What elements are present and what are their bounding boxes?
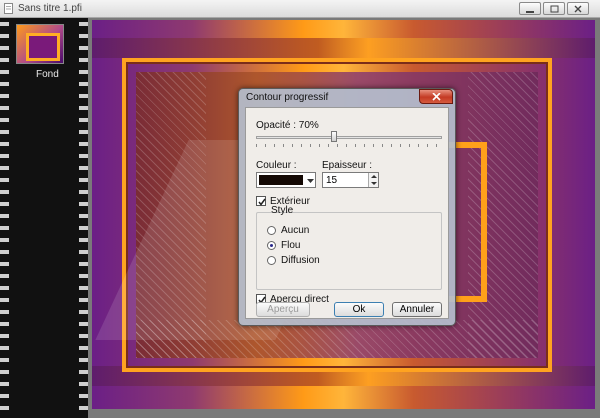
opacity-slider-ticks [256, 144, 442, 147]
dialog-title: Contour progressif [246, 92, 329, 103]
close-window-button[interactable] [567, 2, 589, 15]
film-strip-left [0, 18, 9, 418]
thickness-decrement-button[interactable] [368, 180, 378, 187]
thickness-increment-button[interactable] [368, 173, 378, 180]
opacity-slider-thumb[interactable] [331, 131, 338, 142]
window-title: Sans titre 1.pfi [18, 3, 82, 14]
color-label: Couleur : [256, 160, 297, 171]
minimize-icon [526, 11, 534, 13]
apercu-button[interactable]: Aperçu [256, 302, 310, 317]
dialog-body: Opacité : 70% Couleur : Epaisseur : 15 E… [245, 107, 449, 319]
thickness-value[interactable]: 15 [326, 175, 337, 186]
maximize-button[interactable] [543, 2, 565, 15]
style-group-label: Style [271, 205, 294, 216]
style-option-aucun-label: Aucun [281, 225, 310, 236]
cancel-button[interactable]: Annuler [392, 302, 442, 317]
color-picker[interactable] [256, 172, 316, 188]
close-icon [432, 93, 441, 101]
film-strip-right [79, 18, 88, 418]
style-radio-diffusion[interactable] [267, 256, 276, 265]
style-radio-flou[interactable] [267, 241, 276, 250]
layers-panel: Fond [0, 18, 88, 418]
layer-label: Fond [36, 69, 59, 80]
arrow-down-icon [371, 182, 377, 185]
opacity-label: Opacité : 70% [256, 120, 319, 131]
dialog-close-button[interactable] [419, 89, 453, 104]
style-radio-aucun[interactable] [267, 226, 276, 235]
restore-icon [550, 5, 559, 13]
arrow-up-icon [371, 175, 377, 178]
ok-button[interactable]: Ok [334, 302, 384, 317]
checkmark-icon [258, 198, 266, 206]
window-titlebar: Sans titre 1.pfi [0, 0, 600, 18]
close-icon [574, 5, 582, 13]
style-group: Style Aucun Flou Diffusion [256, 205, 442, 290]
style-option-flou-label: Flou [281, 240, 301, 251]
minimize-button[interactable] [519, 2, 541, 15]
contour-progressif-dialog: Contour progressif Opacité : 70% Couleur… [238, 88, 456, 326]
exterior-checkbox[interactable] [256, 196, 266, 206]
chevron-down-icon [307, 179, 314, 183]
thickness-label: Epaisseur : [322, 160, 373, 171]
document-icon [4, 3, 13, 14]
canvas-stripe-top [92, 38, 595, 58]
style-option-diffusion-label: Diffusion [281, 255, 320, 266]
opacity-slider-track[interactable] [256, 136, 442, 139]
color-swatch [259, 175, 303, 185]
thickness-spinbox[interactable]: 15 [322, 172, 379, 188]
layer-thumbnail[interactable] [16, 24, 64, 64]
